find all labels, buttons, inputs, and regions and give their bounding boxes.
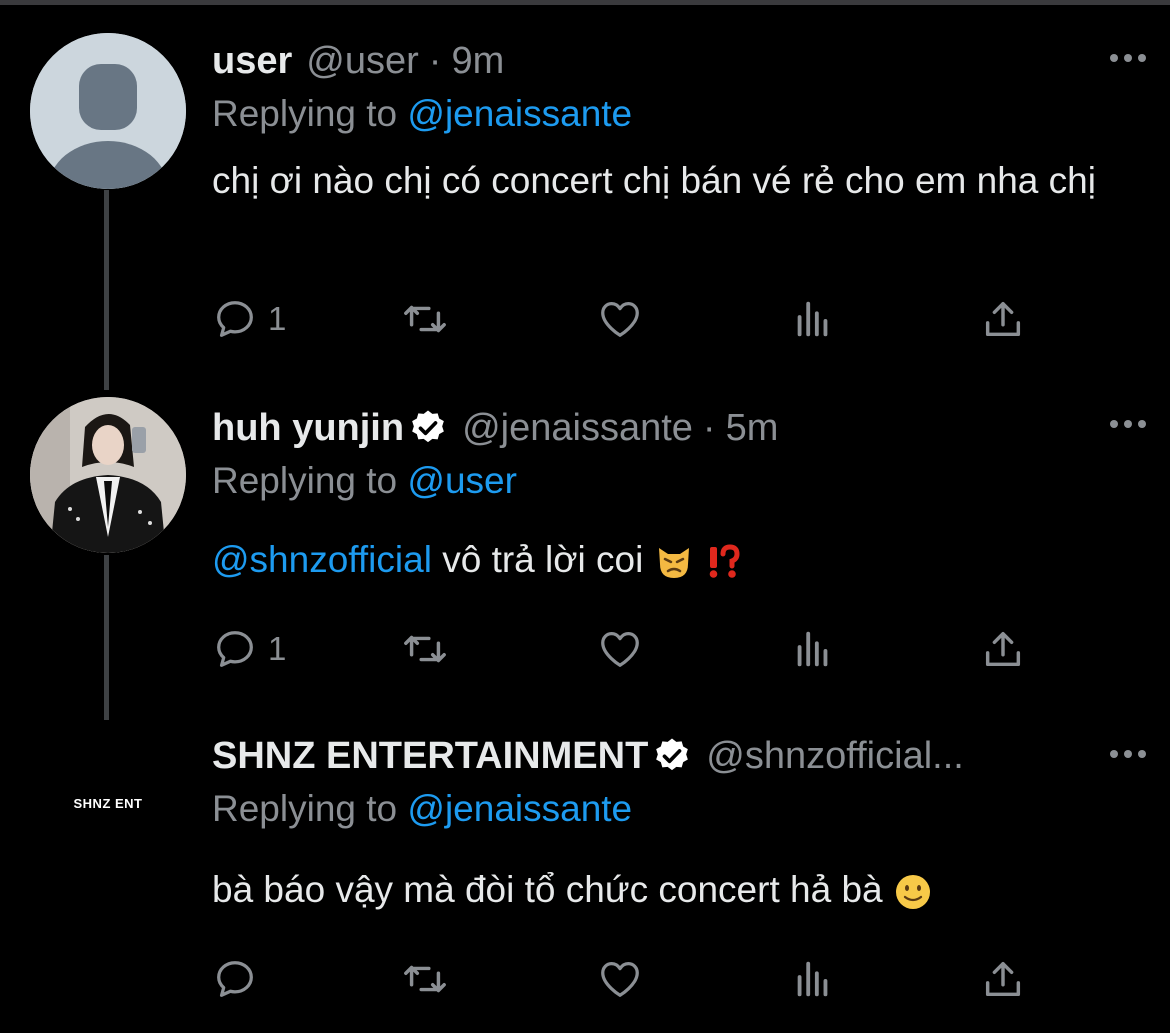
reply-icon <box>217 961 253 997</box>
slight-smile-emoji <box>895 875 930 910</box>
replying-mention[interactable]: @jenaissante <box>407 788 632 829</box>
more-icon[interactable] <box>1108 744 1148 769</box>
tweet-text-body: bà báo vậy mà đòi tổ chức concert hả bà <box>212 869 883 910</box>
analytics-icon <box>797 301 828 337</box>
verified-badge-icon <box>412 410 444 443</box>
share-button[interactable] <box>980 626 1026 672</box>
timestamp[interactable]: 5m <box>726 407 779 450</box>
tweet-header: user @user · 9m <box>212 35 1130 87</box>
separator: · <box>702 406 716 449</box>
profile-photo <box>30 397 186 553</box>
replying-prefix: Replying to <box>212 460 398 501</box>
tweet-text: @shnzofficial vô trả lời coi <box>212 534 1130 586</box>
share-icon <box>985 961 1021 997</box>
like-icon <box>601 302 639 337</box>
reply-icon <box>217 631 253 667</box>
share-icon <box>985 301 1021 337</box>
pouting-cat-emoji <box>658 548 689 579</box>
more-icon[interactable] <box>1108 48 1148 73</box>
replying-prefix: Replying to <box>212 788 398 829</box>
share-button[interactable] <box>980 956 1026 1002</box>
default-profile-icon <box>30 33 186 189</box>
reply-count: 1 <box>268 630 287 667</box>
tweet-actions: 1 <box>212 296 1052 346</box>
avatar[interactable] <box>30 397 186 553</box>
user-handle[interactable]: @jenaissante <box>462 407 693 450</box>
analytics-icon <box>797 631 828 667</box>
avatar-logo-text: SHNZ ENT <box>73 795 143 811</box>
tweet[interactable]: huh yunjin @jenaissante · 5m Replying to… <box>0 370 1170 710</box>
display-name[interactable]: SHNZ ENTERTAINMENT <box>212 735 648 778</box>
reply-count: 1 <box>268 300 287 337</box>
reply-button[interactable]: 1 <box>212 296 286 342</box>
tweet-text: chị ơi nào chị có concert chị bán vé rẻ … <box>212 160 1096 201</box>
tweet[interactable]: user @user · 9m Replying to @jenaissante… <box>0 0 1170 370</box>
share-button[interactable] <box>980 296 1026 342</box>
exclamation-question-emoji <box>709 544 740 579</box>
analytics-button[interactable] <box>790 296 836 342</box>
tweet-text: bà báo vậy mà đòi tổ chức concert hả bà <box>212 864 1070 916</box>
analytics-button[interactable] <box>790 956 836 1002</box>
reply-icon <box>217 301 253 337</box>
like-button[interactable] <box>597 296 643 342</box>
tweet-actions: 1 <box>212 626 1052 676</box>
more-icon[interactable] <box>1108 414 1148 439</box>
tweet-header: huh yunjin @jenaissante · 5m <box>212 402 1130 454</box>
retweet-button[interactable] <box>402 296 448 342</box>
like-icon <box>601 632 639 667</box>
replying-to: Replying to @jenaissante <box>212 89 1130 139</box>
display-name[interactable]: huh yunjin <box>212 407 404 450</box>
like-icon <box>601 962 639 997</box>
timestamp[interactable]: 9m <box>451 40 504 83</box>
retweet-icon <box>404 635 446 663</box>
display-name[interactable]: user <box>212 40 292 83</box>
tweet-text-body: vô trả lời coi <box>442 539 644 580</box>
like-button[interactable] <box>597 626 643 672</box>
replying-to: Replying to @user <box>212 456 1130 506</box>
separator: · <box>428 39 442 82</box>
retweet-button[interactable] <box>402 956 448 1002</box>
tweet-header: SHNZ ENTERTAINMENT @shnzofficial... <box>212 730 1070 782</box>
retweet-icon <box>404 965 446 993</box>
reply-button[interactable]: 1 <box>212 626 286 672</box>
reply-button[interactable] <box>212 956 258 1002</box>
replying-to: Replying to @jenaissante <box>212 784 1070 834</box>
replying-mention[interactable]: @user <box>407 460 517 501</box>
retweet-button[interactable] <box>402 626 448 672</box>
retweet-icon <box>404 305 446 333</box>
avatar[interactable] <box>30 33 186 189</box>
replying-mention[interactable]: @jenaissante <box>407 93 632 134</box>
analytics-icon <box>797 961 828 997</box>
tweet-actions <box>212 956 1052 1006</box>
avatar[interactable]: SHNZ ENT <box>30 725 186 881</box>
share-icon <box>985 631 1021 667</box>
verified-badge-icon <box>656 738 689 771</box>
tweet[interactable]: SHNZ ENT SHNZ ENTERTAINMENT @shnzofficia… <box>0 710 1170 1033</box>
like-button[interactable] <box>597 956 643 1002</box>
analytics-button[interactable] <box>790 626 836 672</box>
user-handle[interactable]: @user <box>306 40 419 83</box>
replying-prefix: Replying to <box>212 93 398 134</box>
text-mention[interactable]: @shnzofficial <box>212 539 432 580</box>
user-handle[interactable]: @shnzofficial... <box>706 735 964 778</box>
